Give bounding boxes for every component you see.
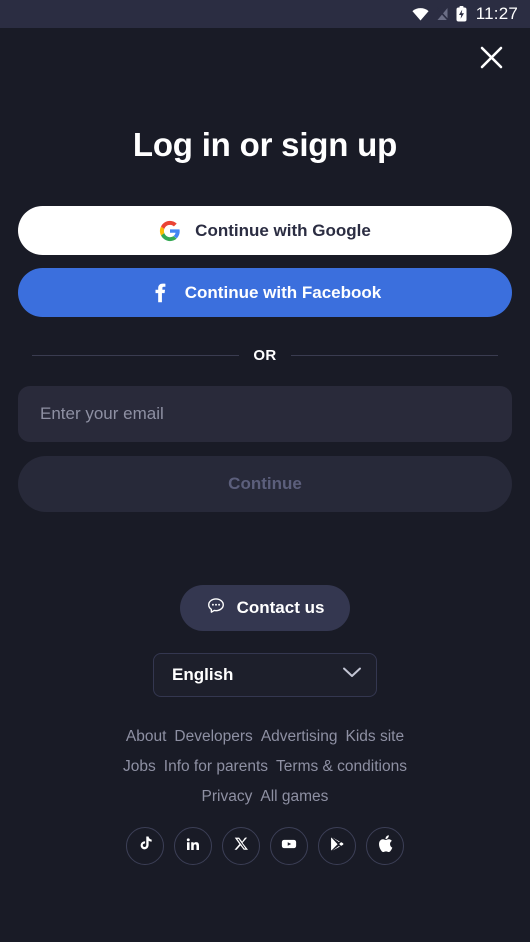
status-bar: 11:27 <box>0 0 530 28</box>
wifi-icon <box>412 7 429 21</box>
or-divider: OR <box>32 347 498 364</box>
x-icon <box>234 836 249 856</box>
footer-link-about[interactable]: About <box>126 728 167 745</box>
youtube-icon <box>280 835 298 858</box>
linkedin-icon <box>185 836 201 857</box>
contact-us-label: Contact us <box>236 598 325 617</box>
footer-links-row-2: Jobs Info for parents Terms & conditions <box>18 752 512 782</box>
chevron-down-icon <box>342 666 362 684</box>
social-link-x[interactable] <box>222 827 260 865</box>
footer-link-kids-site[interactable]: Kids site <box>346 728 405 745</box>
footer-link-advertising[interactable]: Advertising <box>261 728 338 745</box>
divider-label: OR <box>253 347 277 364</box>
dialog-header <box>18 28 512 90</box>
google-icon <box>159 220 181 242</box>
footer-links-row-3: Privacy All games <box>18 782 512 812</box>
social-link-youtube[interactable] <box>270 827 308 865</box>
chat-bubble-icon <box>206 596 226 621</box>
google-button-label: Continue with Google <box>195 220 371 240</box>
social-link-linkedin[interactable] <box>174 827 212 865</box>
social-link-tiktok[interactable] <box>126 827 164 865</box>
language-select[interactable]: English <box>153 653 377 697</box>
facebook-button-label: Continue with Facebook <box>184 282 382 302</box>
social-link-google-play[interactable] <box>318 827 356 865</box>
footer-links: About Developers Advertising Kids site Jobs… <box>18 722 512 812</box>
divider-line-left <box>32 355 240 356</box>
status-clock: 11:27 <box>475 4 518 23</box>
email-input[interactable] <box>18 386 512 442</box>
continue-with-google-button[interactable]: Continue with Google <box>18 206 512 255</box>
footer-link-info-for-parents[interactable]: Info for parents <box>164 758 268 775</box>
close-icon <box>479 45 504 73</box>
divider-line-right <box>290 355 498 356</box>
contact-us-button[interactable]: Contact us <box>179 585 351 631</box>
battery-charging-icon <box>456 6 467 22</box>
continue-with-facebook-button[interactable]: Continue with Facebook <box>18 268 512 317</box>
continue-button[interactable]: Continue <box>18 456 512 512</box>
social-link-apple[interactable] <box>366 827 404 865</box>
google-play-icon <box>329 836 345 857</box>
footer-links-row-1: About Developers Advertising Kids site <box>18 722 512 752</box>
page-title: Log in or sign up <box>132 126 398 163</box>
close-button[interactable] <box>470 38 512 80</box>
language-selected-value: English <box>172 665 234 684</box>
footer-link-terms-and-conditions[interactable]: Terms & conditions <box>276 758 407 775</box>
apple-icon <box>378 835 393 857</box>
language-section: English <box>18 653 512 697</box>
footer-link-developers[interactable]: Developers <box>174 728 252 745</box>
social-links <box>18 827 512 865</box>
footer-link-all-games[interactable]: All games <box>260 788 328 805</box>
contact-section: Contact us <box>18 585 512 631</box>
tiktok-icon <box>137 835 154 857</box>
signal-off-icon <box>436 7 449 21</box>
footer-link-privacy[interactable]: Privacy <box>202 788 253 805</box>
login-dialog: Log in or sign up Continue with Google C… <box>0 28 530 942</box>
facebook-icon <box>149 282 171 304</box>
footer-link-jobs[interactable]: Jobs <box>123 758 156 775</box>
